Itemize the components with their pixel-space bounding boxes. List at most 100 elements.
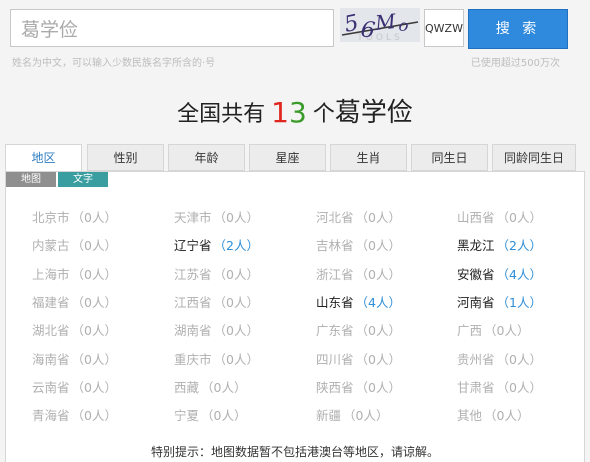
tab-0[interactable]: 地区: [5, 144, 82, 172]
region-item[interactable]: 河南省 （1人）: [457, 292, 542, 311]
region-item[interactable]: 广东省 （0人）: [316, 320, 401, 339]
headline-name: 葛学俭: [334, 98, 413, 128]
region-count: （0人）: [71, 351, 117, 367]
captcha-input[interactable]: [424, 9, 464, 47]
region-count: （2人）: [213, 238, 259, 254]
region-count: （0人）: [355, 266, 401, 282]
region-count: （0人）: [71, 266, 117, 282]
region-name: 天津市: [174, 210, 212, 225]
region-name: 其他: [457, 408, 483, 424]
region-name: 山西省: [457, 210, 495, 225]
region-count: （1人）: [496, 294, 542, 310]
region-item[interactable]: 山西省 （0人）: [457, 207, 542, 226]
map-notice: 特别提示：地图数据暂不包括港澳台等地区，请谅解。: [150, 445, 439, 459]
subtab-text[interactable]: 文字: [58, 172, 108, 187]
tab-4[interactable]: 生肖: [330, 144, 407, 171]
region-item[interactable]: 北京市 （0人）: [32, 207, 117, 226]
region-name: 湖北省: [32, 323, 70, 339]
region-count: （0人）: [71, 323, 117, 339]
region-name: 吉林省: [316, 238, 354, 254]
region-item[interactable]: 四川省 （0人）: [316, 349, 401, 368]
tab-6[interactable]: 同龄同生日: [492, 144, 576, 171]
search-button[interactable]: 搜 索: [468, 9, 568, 49]
region-count: （0人）: [71, 238, 117, 254]
region-name: 安徽省: [457, 266, 495, 282]
region-count: （0人）: [213, 294, 259, 310]
region-item[interactable]: 辽宁省 （2人）: [174, 235, 259, 254]
region-name: 山东省: [316, 294, 354, 310]
captcha-image[interactable]: TOOLS 56Mo: [340, 8, 420, 42]
region-name: 云南省: [32, 379, 70, 395]
tab-3[interactable]: 星座: [249, 144, 326, 171]
region-item[interactable]: 西藏 （0人）: [174, 377, 246, 396]
region-item[interactable]: 宁夏 （0人）: [174, 405, 246, 424]
name-search-input[interactable]: [10, 9, 334, 47]
subtab-map[interactable]: 地图: [6, 172, 56, 187]
region-item[interactable]: 吉林省 （0人）: [316, 235, 401, 254]
region-name: 陕西省: [316, 379, 354, 395]
usage-count-note: 已使用超过500万次: [470, 58, 560, 69]
region-name: 江西省: [174, 294, 212, 310]
region-name: 内蒙古: [32, 238, 70, 254]
region-count: （4人）: [496, 266, 542, 282]
region-item[interactable]: 贵州省 （0人）: [457, 349, 542, 368]
region-item[interactable]: 其他 （0人）: [457, 405, 529, 424]
region-count: （0人）: [201, 408, 247, 424]
region-count: （0人）: [355, 210, 401, 225]
region-name: 新疆: [316, 408, 342, 424]
region-name: 浙江省: [316, 266, 354, 282]
region-count: （0人）: [496, 210, 542, 225]
tab-2[interactable]: 年龄: [168, 144, 245, 171]
region-name: 河南省: [457, 294, 495, 310]
region-count: （0人）: [213, 351, 259, 367]
result-headline: 全国共有 13 个葛学俭: [0, 92, 590, 129]
region-name: 黑龙江: [457, 238, 495, 254]
region-item[interactable]: 新疆 （0人）: [316, 405, 388, 424]
region-count: （2人）: [496, 238, 542, 254]
region-name: 上海市: [32, 266, 70, 282]
region-count: （0人）: [213, 323, 259, 339]
region-name: 贵州省: [457, 351, 495, 367]
region-item[interactable]: 安徽省 （4人）: [457, 264, 542, 283]
region-name: 广西: [457, 323, 483, 339]
region-count: （0人）: [355, 238, 401, 254]
region-item[interactable]: 上海市 （0人）: [32, 264, 117, 283]
region-item[interactable]: 山东省 （4人）: [316, 292, 401, 311]
region-name: 河北省: [316, 210, 354, 225]
region-item[interactable]: 江西省 （0人）: [174, 292, 259, 311]
region-count: （0人）: [213, 210, 259, 225]
region-count: （0人）: [71, 379, 117, 395]
region-item[interactable]: 福建省 （0人）: [32, 292, 117, 311]
headline-count-digit-1: 1: [271, 96, 289, 129]
region-item[interactable]: 重庆市 （0人）: [174, 349, 259, 368]
region-item[interactable]: 陕西省 （0人）: [316, 377, 401, 396]
region-item[interactable]: 江苏省 （0人）: [174, 264, 259, 283]
tab-5[interactable]: 同生日: [411, 144, 488, 171]
region-item[interactable]: 湖北省 （0人）: [32, 320, 117, 339]
region-item[interactable]: 河北省 （0人）: [316, 207, 401, 226]
region-name: 重庆市: [174, 351, 212, 367]
region-count: （0人）: [484, 408, 530, 424]
tab-1[interactable]: 性别: [87, 144, 164, 171]
region-item[interactable]: 浙江省 （0人）: [316, 264, 401, 283]
region-name: 海南省: [32, 351, 70, 367]
region-item[interactable]: 甘肃省 （0人）: [457, 377, 542, 396]
region-item[interactable]: 海南省 （0人）: [32, 349, 117, 368]
region-count: （0人）: [355, 379, 401, 395]
region-item[interactable]: 云南省 （0人）: [32, 377, 117, 396]
region-name: 江苏省: [174, 266, 212, 282]
captcha-char: M: [373, 9, 397, 35]
region-item[interactable]: 青海省 （0人）: [32, 405, 117, 424]
region-item[interactable]: 湖南省 （0人）: [174, 320, 259, 339]
region-name: 辽宁省: [174, 238, 212, 254]
region-item[interactable]: 广西 （0人）: [457, 320, 529, 339]
region-count: （0人）: [355, 351, 401, 367]
region-item[interactable]: 内蒙古 （0人）: [32, 235, 117, 254]
headline-prefix: 全国共有: [177, 102, 266, 127]
region-name: 宁夏: [174, 408, 200, 424]
region-item[interactable]: 黑龙江 （2人）: [457, 235, 542, 254]
region-count: （0人）: [71, 408, 117, 424]
region-name: 福建省: [32, 294, 70, 310]
region-name: 青海省: [32, 408, 70, 424]
region-item[interactable]: 天津市 （0人）: [174, 207, 259, 226]
